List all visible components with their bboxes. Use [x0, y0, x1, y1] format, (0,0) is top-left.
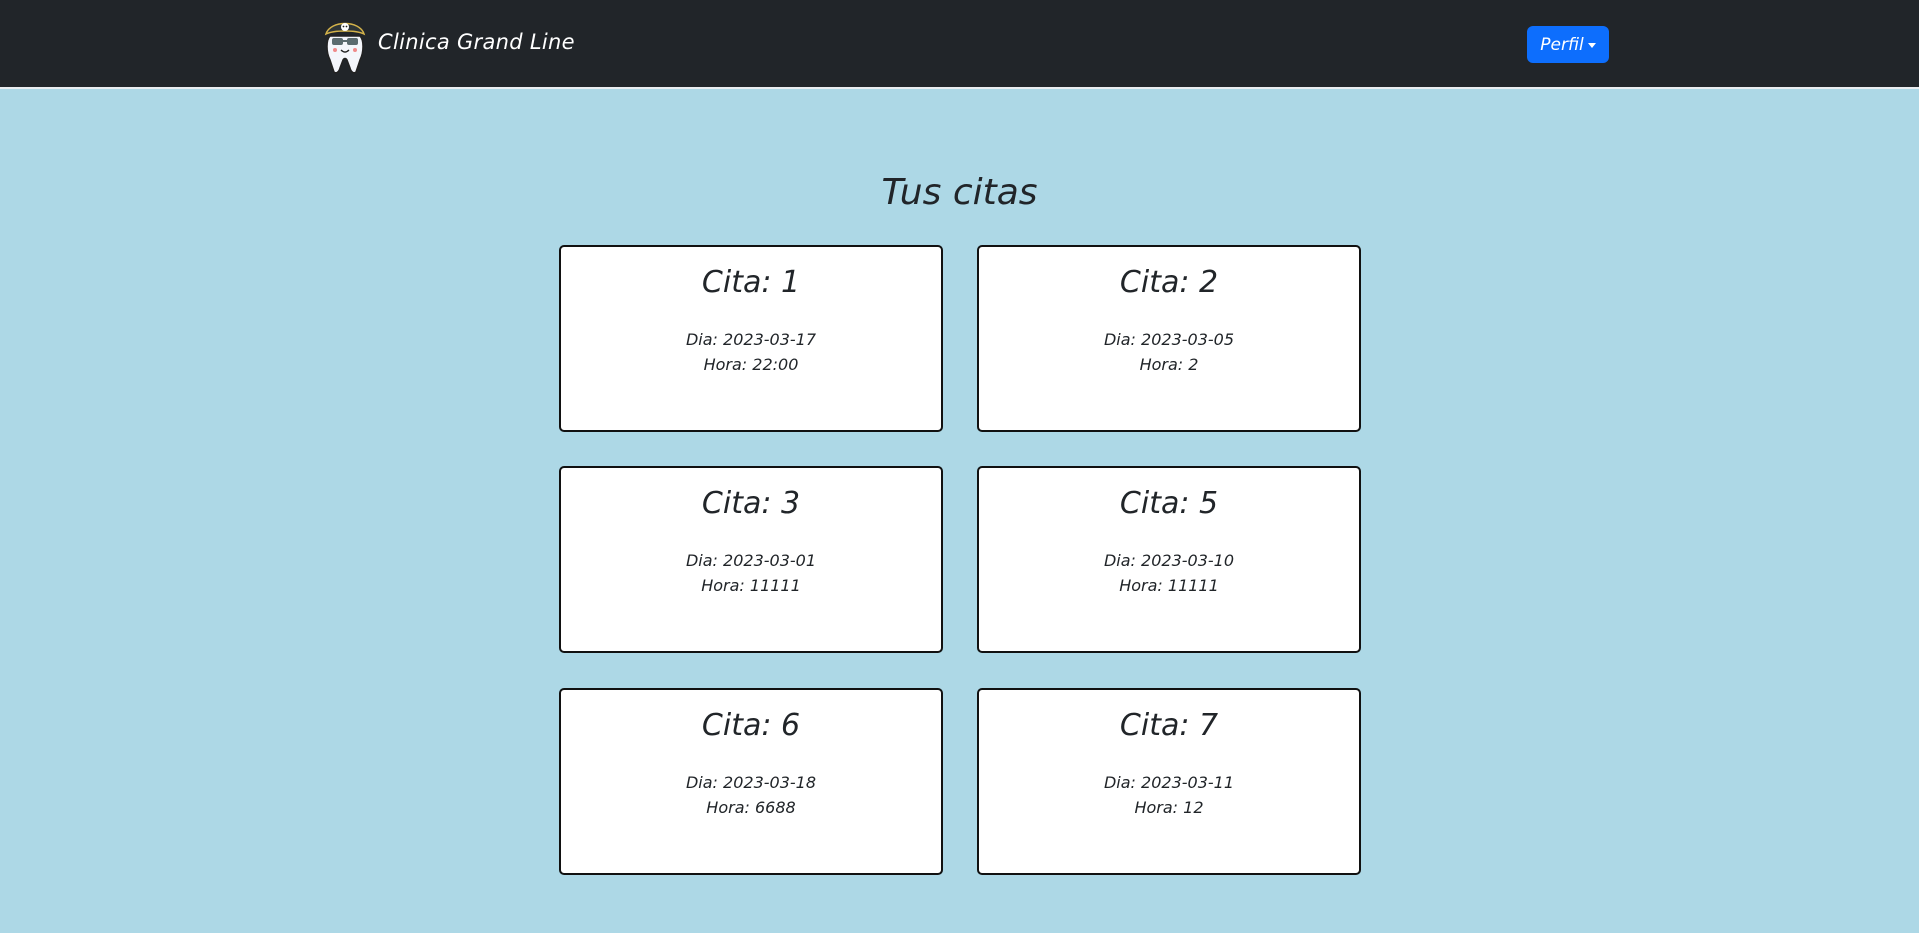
brand-link[interactable]: Clinica Grand Line — [320, 10, 575, 74]
page-title: Tus citas — [881, 172, 1038, 213]
appointment-date: Dia: 2023-03-10 — [1103, 551, 1235, 570]
appointment-date: Dia: 2023-03-17 — [685, 330, 817, 349]
appointment-date: Dia: 2023-03-11 — [1103, 773, 1235, 792]
brand-name: Clinica Grand Line — [378, 30, 575, 54]
appointment-title: Cita: 1 — [701, 265, 801, 300]
appointment-card: Cita: 1 Dia: 2023-03-17 Hora: 22:00 — [559, 245, 943, 432]
appointment-card: Cita: 2 Dia: 2023-03-05 Hora: 2 — [977, 245, 1361, 432]
appointment-card: Cita: 6 Dia: 2023-03-18 Hora: 6688 — [559, 688, 943, 875]
appointment-title: Cita: 3 — [701, 486, 801, 521]
appointment-title: Cita: 5 — [1119, 486, 1219, 521]
appointment-card: Cita: 3 Dia: 2023-03-01 Hora: 11111 — [559, 466, 943, 653]
appointment-time: Hora: 11111 — [701, 576, 801, 595]
appointment-title: Cita: 6 — [701, 708, 801, 743]
caret-down-icon — [1587, 43, 1596, 48]
appointment-time: Hora: 22:00 — [703, 355, 799, 374]
appointment-card: Cita: 5 Dia: 2023-03-10 Hora: 11111 — [977, 466, 1361, 653]
appointment-time: Hora: 11111 — [1119, 576, 1219, 595]
appointment-time: Hora: 6688 — [706, 798, 796, 817]
appointment-time: Hora: 2 — [1139, 355, 1199, 374]
appointment-date: Dia: 2023-03-18 — [685, 773, 817, 792]
appointment-date: Dia: 2023-03-05 — [1103, 330, 1235, 349]
profile-dropdown-button[interactable]: Perfil — [1527, 26, 1609, 63]
appointment-title: Cita: 7 — [1119, 708, 1219, 743]
navbar: Clinica Grand Line Perfil — [0, 0, 1919, 89]
pirate-tooth-logo — [324, 22, 366, 74]
profile-button-label: Perfil — [1540, 34, 1584, 55]
appointment-card: Cita: 7 Dia: 2023-03-11 Hora: 12 — [977, 688, 1361, 875]
appointment-title: Cita: 2 — [1119, 265, 1219, 300]
appointment-date: Dia: 2023-03-01 — [685, 551, 817, 570]
appointment-time: Hora: 12 — [1134, 798, 1204, 817]
